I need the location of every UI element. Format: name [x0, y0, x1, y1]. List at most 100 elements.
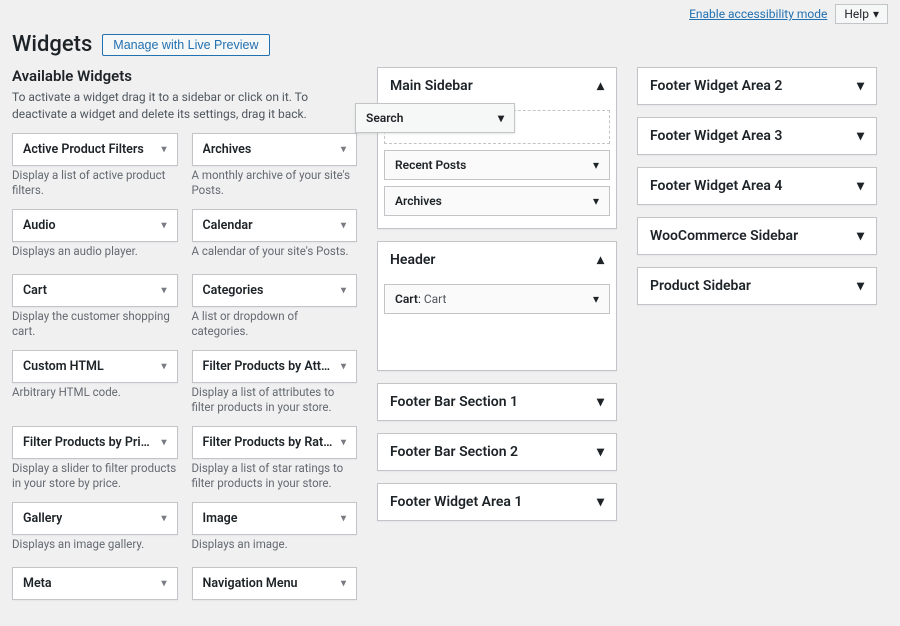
- sidebar-header[interactable]: Footer Widget Area 2: [638, 68, 876, 104]
- available-widget[interactable]: Gallery: [12, 502, 178, 535]
- widget-name: Search: [366, 111, 403, 125]
- sidebar-header[interactable]: Product Sidebar: [638, 268, 876, 304]
- sidebar-title: Footer Widget Area 2: [650, 78, 782, 94]
- widget-name: Custom HTML: [23, 359, 104, 374]
- sidebar-title: Product Sidebar: [650, 278, 751, 294]
- widget-name: Filter Products by Rati…: [203, 435, 333, 450]
- chevron-down-icon: [593, 158, 599, 172]
- placed-widget[interactable]: Recent Posts: [384, 150, 610, 180]
- available-widgets-panel: Available Widgets To activate a widget d…: [12, 67, 357, 626]
- available-widget[interactable]: Cart: [12, 274, 178, 307]
- available-widget[interactable]: Active Product Filters: [12, 133, 178, 166]
- expand-icon: [857, 128, 864, 144]
- available-widget[interactable]: Audio: [12, 209, 178, 242]
- widget-name: Gallery: [23, 511, 62, 526]
- sidebar-collapsed: Footer Widget Area 4: [637, 167, 877, 205]
- available-widget[interactable]: Filter Products by Price: [12, 426, 178, 459]
- page-header: Widgets Manage with Live Preview: [12, 30, 888, 67]
- sidebar-title: Footer Widget Area 1: [390, 494, 522, 510]
- available-widget[interactable]: Navigation Menu: [192, 567, 358, 600]
- expand-icon: [857, 78, 864, 94]
- widget-description: Display a list of star ratings to filter…: [192, 459, 358, 496]
- widget-description: Display a list of attributes to filter p…: [192, 383, 358, 420]
- chevron-down-icon: [341, 437, 346, 448]
- widget-description: Display the customer shopping cart.: [12, 307, 178, 344]
- available-widget[interactable]: Calendar: [192, 209, 358, 242]
- sidebar-header[interactable]: Footer Bar Section 1: [378, 384, 616, 420]
- widget-name: Calendar: [203, 218, 253, 233]
- chevron-down-icon: [341, 578, 346, 589]
- sidebar-title: WooCommerce Sidebar: [650, 228, 798, 244]
- widget-name: Image: [203, 511, 238, 526]
- expand-icon: [857, 178, 864, 194]
- widget-description: [192, 600, 358, 626]
- widget-description: Display a slider to filter products in y…: [12, 459, 178, 496]
- chevron-down-icon: [341, 361, 346, 372]
- dragging-widget-search[interactable]: Search: [355, 103, 515, 133]
- chevron-down-icon: [341, 220, 346, 231]
- chevron-down-icon: [161, 513, 166, 524]
- sidebar-collapsed: WooCommerce Sidebar: [637, 217, 877, 255]
- available-widget[interactable]: Custom HTML: [12, 350, 178, 383]
- sidebar-title: Footer Widget Area 3: [650, 128, 782, 144]
- widget-name: Categories: [203, 283, 264, 298]
- placed-widget[interactable]: Archives: [384, 186, 610, 216]
- available-description: To activate a widget drag it to a sideba…: [12, 89, 357, 123]
- collapse-icon: [597, 252, 604, 268]
- sidebar-header[interactable]: Footer Widget Area 3: [638, 118, 876, 154]
- sidebar-title: Header: [390, 252, 435, 268]
- sidebar-collapsed: Footer Widget Area 3: [637, 117, 877, 155]
- available-widget[interactable]: Archives: [192, 133, 358, 166]
- widget-dropzone[interactable]: Search: [384, 110, 610, 144]
- collapse-icon: [597, 78, 604, 94]
- expand-icon: [597, 494, 604, 510]
- page-title: Widgets: [12, 32, 92, 57]
- widget-name: Meta: [23, 576, 52, 591]
- sidebar-header-area-header[interactable]: Header: [378, 242, 616, 278]
- sidebar-collapsed: Footer Widget Area 1: [377, 483, 617, 521]
- available-widget[interactable]: Categories: [192, 274, 358, 307]
- sidebar-title: Footer Bar Section 1: [390, 394, 518, 410]
- widget-description: A monthly archive of your site's Posts.: [192, 166, 358, 203]
- chevron-down-icon: [341, 513, 346, 524]
- manage-live-preview-button[interactable]: Manage with Live Preview: [102, 34, 269, 56]
- expand-icon: [857, 228, 864, 244]
- available-widget[interactable]: Filter Products by Attr…: [192, 350, 358, 383]
- available-widget[interactable]: Meta: [12, 567, 178, 600]
- sidebar-main: Main Sidebar Search Recent Posts Archive…: [377, 67, 617, 229]
- chevron-down-icon: [873, 7, 879, 21]
- expand-icon: [597, 394, 604, 410]
- chevron-down-icon: [498, 111, 504, 125]
- sidebar-collapsed: Product Sidebar: [637, 267, 877, 305]
- sidebar-main-header[interactable]: Main Sidebar: [378, 68, 616, 104]
- sidebar-title: Main Sidebar: [390, 78, 473, 94]
- placed-widget[interactable]: Cart: Cart: [384, 284, 610, 314]
- sidebar-header-area: Header Cart: Cart: [377, 241, 617, 371]
- sidebar-collapsed: Footer Bar Section 1: [377, 383, 617, 421]
- sidebar-title: Footer Bar Section 2: [390, 444, 518, 460]
- widget-name: Cart: [23, 283, 47, 298]
- help-button[interactable]: Help: [835, 4, 888, 24]
- chevron-down-icon: [161, 285, 166, 296]
- sidebar-header[interactable]: Footer Widget Area 4: [638, 168, 876, 204]
- sidebar-title: Footer Widget Area 4: [650, 178, 782, 194]
- widget-description: Arbitrary HTML code.: [12, 383, 178, 409]
- sidebar-header[interactable]: Footer Widget Area 1: [378, 484, 616, 520]
- widget-name: Filter Products by Price: [23, 435, 153, 450]
- sidebar-column-2: Footer Widget Area 2 Footer Widget Area 3…: [637, 67, 877, 317]
- chevron-down-icon: [593, 194, 599, 208]
- widget-description: A calendar of your site's Posts.: [192, 242, 358, 268]
- sidebar-collapsed: Footer Bar Section 2: [377, 433, 617, 471]
- sidebar-header[interactable]: WooCommerce Sidebar: [638, 218, 876, 254]
- sidebar-header[interactable]: Footer Bar Section 2: [378, 434, 616, 470]
- available-widget[interactable]: Filter Products by Rati…: [192, 426, 358, 459]
- sidebar-column-1: Main Sidebar Search Recent Posts Archive…: [377, 67, 617, 533]
- expand-icon: [597, 444, 604, 460]
- widget-instance-title: Cart: [424, 292, 447, 306]
- widget-name: Audio: [23, 218, 56, 233]
- expand-icon: [857, 278, 864, 294]
- available-widget[interactable]: Image: [192, 502, 358, 535]
- chevron-down-icon: [341, 285, 346, 296]
- accessibility-mode-link[interactable]: Enable accessibility mode: [689, 7, 827, 21]
- help-label: Help: [844, 7, 869, 21]
